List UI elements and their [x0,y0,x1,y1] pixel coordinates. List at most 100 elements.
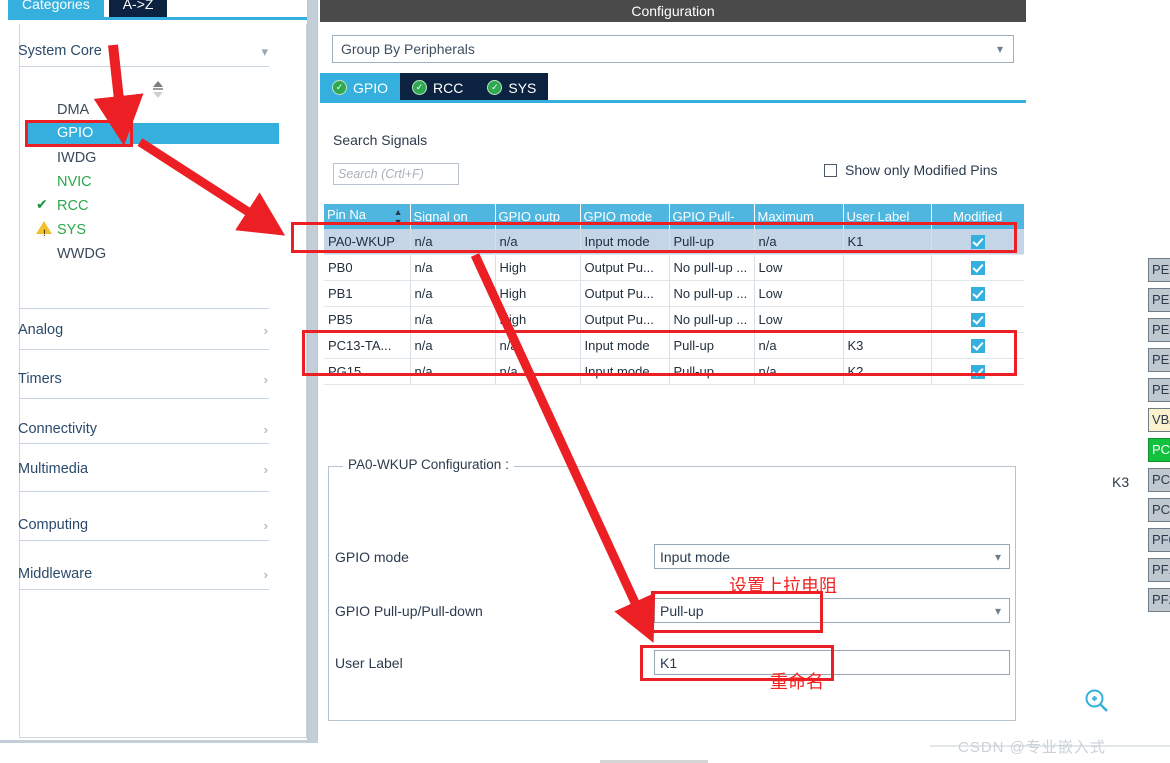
cell-user-label [843,280,932,307]
modified-checkbox[interactable] [970,313,985,328]
cell-pin-name: PC13-TA... [324,332,411,359]
tab-categories[interactable]: Categories [8,0,104,17]
pin-pe2[interactable]: PE2 [1148,258,1170,282]
gpio-mode-select[interactable]: Input mode ▾ [654,544,1010,569]
column-header-modified[interactable]: Modified [931,204,1024,229]
modified-checkbox[interactable] [970,261,985,276]
modified-checkbox[interactable] [970,235,985,250]
pin-pf1[interactable]: PF1 [1148,558,1170,582]
pin-pe4[interactable]: PE4 [1148,318,1170,342]
column-header-gpio-mode[interactable]: GPIO mode [580,204,670,229]
group-by-select[interactable]: Group By Peripherals ▾ [332,35,1014,63]
zoom-in-icon[interactable] [1084,688,1110,714]
table-row[interactable]: PA0-WKUP n/a n/a Input mode Pull-up n/a … [324,229,1024,255]
check-icon: ✔ [36,196,48,212]
cell-maximum: Low [754,280,844,307]
category-timers[interactable]: Timers › [18,361,268,397]
table-row[interactable]: PC13-TA... n/a n/a Input mode Pull-up n/… [324,332,1024,359]
search-input[interactable]: Search (Crtl+F) [333,163,459,185]
modified-checkbox[interactable] [970,339,985,354]
table-row[interactable]: PB0 n/a High Output Pu... No pull-up ...… [324,254,1024,281]
category-label: System Core [18,43,102,59]
column-header-pin-name[interactable]: Pin Na ▲ ▼ [324,204,411,229]
peripheral-tabs-underline [320,100,1026,103]
table-row[interactable]: PB1 n/a High Output Pu... No pull-up ...… [324,280,1024,307]
pin-pc14[interactable]: PC14 [1148,468,1170,492]
chevron-right-icon: › [263,566,268,582]
pin-vbat[interactable]: VBAT [1148,408,1170,432]
user-label-input[interactable]: K1 [654,650,1010,675]
cell-pin-name: PB5 [324,306,411,333]
pin-pf2[interactable]: PF2 [1148,588,1170,612]
show-modified-pins-row[interactable]: Show only Modified Pins [824,162,998,178]
category-multimedia[interactable]: Multimedia › [18,451,268,487]
tab-rcc[interactable]: ✓ RCC [400,73,476,102]
category-label: Computing [18,517,89,533]
divider [19,349,269,350]
sidebar-item-iwdg[interactable]: IWDG [57,147,96,169]
scroll-spinner-icon[interactable] [150,79,166,101]
cell-user-label [843,306,932,333]
tab-gpio-label: GPIO [353,79,389,96]
cell-modified[interactable] [931,332,1024,359]
sidebar-item-dma[interactable]: DMA [57,99,89,121]
chevron-right-icon: › [263,371,268,387]
bottom-divider [0,740,318,743]
table-row[interactable]: PB5 n/a High Output Pu... No pull-up ...… [324,306,1024,333]
chevron-down-icon: ▾ [994,603,1001,618]
chevron-right-icon: › [263,322,268,338]
pin-pe5[interactable]: PE5 [1148,348,1170,372]
cell-modified[interactable] [931,229,1024,255]
category-connectivity[interactable]: Connectivity › [18,411,268,447]
table-row[interactable]: PG15 n/a n/a Input mode Pull-up n/a K2 [324,358,1024,385]
divider [19,589,269,590]
cell-modified[interactable] [931,306,1024,333]
column-header-maximum[interactable]: Maximum [754,204,844,229]
tab-a-to-z[interactable]: A->Z [108,0,168,17]
sidebar-item-wwdg[interactable]: WWDG [57,243,106,265]
gpio-pull-value: Pull-up [660,602,704,619]
sidebar-item-nvic[interactable]: NVIC [57,171,92,193]
show-modified-pins-checkbox[interactable] [824,163,837,177]
pin-pf0[interactable]: PF0 [1148,528,1170,552]
category-analog[interactable]: Analog › [18,312,268,348]
column-header-gpio-pull[interactable]: GPIO Pull- [669,204,755,229]
pin-pc13[interactable]: PC13 [1148,438,1170,462]
tab-gpio[interactable]: ✓ GPIO [320,73,401,102]
modified-checkbox[interactable] [970,287,985,302]
cell-modified[interactable] [931,254,1024,281]
pin-pe6[interactable]: PE6 [1148,378,1170,402]
pin-pe3[interactable]: PE3 [1148,288,1170,312]
group-by-value: Group By Peripherals [341,41,475,57]
column-header-gpio-output[interactable]: GPIO outp [495,204,581,229]
cell-gpio-mode: Output Pu... [580,280,670,307]
gpio-pull-select[interactable]: Pull-up ▾ [654,598,1010,623]
panel-divider-track[interactable] [308,0,317,740]
category-middleware[interactable]: Middleware › [18,556,268,592]
column-header-signal-on[interactable]: Signal on [410,204,496,229]
modified-checkbox[interactable] [970,365,985,380]
cell-signal-on: n/a [410,358,496,385]
chip-pin-strip: PE2 PE3 PE4 PE5 PE6 VBAT PC13 PC14 PC15 … [1148,258,1170,618]
tab-rcc-label: RCC [433,79,464,96]
sidebar-tabbar: Categories A->Z [8,0,168,17]
tab-sys[interactable]: ✓ SYS [475,73,549,102]
page-title: Configuration [320,0,1026,22]
sort-indicator-icon[interactable]: ▲ ▼ [394,207,403,227]
category-computing[interactable]: Computing › [18,507,268,543]
cell-gpio-output: High [495,306,581,333]
cell-modified[interactable] [931,280,1024,307]
search-signals-label: Search Signals [333,132,428,148]
sidebar-item-rcc[interactable]: RCC [57,195,88,217]
column-header-user-label[interactable]: User Label [843,204,932,229]
sidebar-item-sys[interactable]: SYS [57,219,86,241]
check-badge-icon: ✓ [487,80,503,95]
cell-modified[interactable] [931,358,1024,385]
gpio-mode-label: GPIO mode [335,549,409,565]
pin-pc15[interactable]: PC15 [1148,498,1170,522]
sidebar-tab-underline [8,17,307,20]
category-label: Timers [18,371,62,387]
category-system-core[interactable]: System Core ▾ [18,33,268,69]
divider [19,540,269,541]
cell-user-label: K3 [843,332,932,359]
